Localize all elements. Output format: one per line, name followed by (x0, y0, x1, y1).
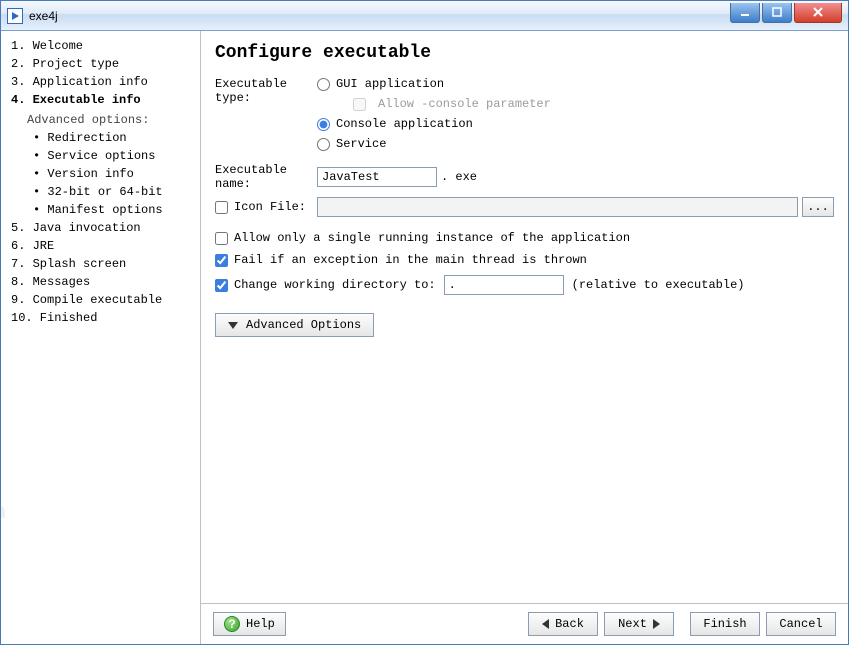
sidebar-step-2[interactable]: 2. Project type (11, 55, 196, 73)
next-label: Next (618, 617, 647, 631)
main-area: Configure executable Executable type: GU… (201, 31, 848, 644)
wd-input[interactable] (444, 275, 564, 295)
exec-name-row: Executable name: . exe (215, 163, 834, 191)
wd-hint: (relative to executable) (572, 278, 745, 292)
finish-label: Finish (703, 617, 746, 631)
sidebar-step-1[interactable]: 1. Welcome (11, 37, 196, 55)
close-button[interactable] (794, 3, 842, 23)
fail-exception-row[interactable]: Fail if an exception in the main thread … (215, 253, 834, 267)
arrow-left-icon (542, 619, 549, 629)
sidebar-step-4[interactable]: 4. Executable info (11, 91, 196, 109)
radio-console-label[interactable]: Console application (336, 117, 473, 131)
sidebar-advanced-item-1[interactable]: Redirection (11, 129, 196, 147)
advanced-options-label: Advanced Options (246, 318, 361, 332)
allow-console-item: Allow -console parameter (353, 97, 551, 111)
sidebar-step-3[interactable]: 3. Application info (11, 73, 196, 91)
window-controls (730, 3, 842, 23)
maximize-button[interactable] (762, 3, 792, 23)
sidebar-step-6[interactable]: 6. JRE (11, 237, 196, 255)
checkbox-allow-console (353, 98, 366, 111)
sidebar-advanced-header: Advanced options: (11, 109, 196, 129)
exec-type-options: GUI application Allow -console parameter… (317, 77, 551, 151)
sidebar-step-5[interactable]: 5. Java invocation (11, 219, 196, 237)
help-icon: ? (224, 616, 240, 632)
radio-service[interactable] (317, 138, 330, 151)
icon-file-input[interactable] (317, 197, 798, 217)
back-label: Back (555, 617, 584, 631)
next-button[interactable]: Next (604, 612, 674, 636)
app-icon (7, 8, 23, 24)
wizard-sidebar: 1. Welcome2. Project type3. Application … (1, 31, 201, 644)
page-title: Configure executable (215, 43, 834, 63)
sidebar-step-7[interactable]: 7. Splash screen (11, 255, 196, 273)
radio-console-item[interactable]: Console application (317, 117, 551, 131)
finish-button[interactable]: Finish (690, 612, 760, 636)
radio-gui[interactable] (317, 78, 330, 91)
radio-console[interactable] (317, 118, 330, 131)
icon-file-label[interactable]: Icon File: (234, 200, 306, 214)
body: 1. Welcome2. Project type3. Application … (1, 31, 848, 644)
radio-service-label[interactable]: Service (336, 137, 386, 151)
sidebar-advanced-item-5[interactable]: Manifest options (11, 201, 196, 219)
sidebar-step-8[interactable]: 8. Messages (11, 273, 196, 291)
help-button[interactable]: ? Help (213, 612, 286, 636)
sidebar-advanced-item-3[interactable]: Version info (11, 165, 196, 183)
app-window: exe4j 1. Welcome2. Project type3. Applic… (0, 0, 849, 645)
allow-console-label: Allow -console parameter (378, 97, 551, 111)
change-wd-label[interactable]: Change working directory to: (234, 278, 436, 292)
sidebar-advanced-item-4[interactable]: 32-bit or 64-bit (11, 183, 196, 201)
icon-file-browse-button[interactable]: ... (802, 197, 834, 217)
chevron-down-icon (228, 322, 238, 329)
content: Configure executable Executable type: GU… (201, 31, 848, 603)
radio-gui-item[interactable]: GUI application (317, 77, 551, 91)
change-wd-row[interactable]: Change working directory to: (relative t… (215, 275, 834, 295)
checkbox-icon-file[interactable] (215, 201, 228, 214)
icon-file-row: Icon File: ... (215, 197, 834, 217)
back-button[interactable]: Back (528, 612, 598, 636)
minimize-button[interactable] (730, 3, 760, 23)
fail-exception-label[interactable]: Fail if an exception in the main thread … (234, 253, 587, 267)
help-label: Help (246, 617, 275, 631)
cancel-button[interactable]: Cancel (766, 612, 836, 636)
single-instance-label[interactable]: Allow only a single running instance of … (234, 231, 630, 245)
footer: ? Help Back Next Finish Cancel (201, 603, 848, 644)
cancel-label: Cancel (779, 617, 822, 631)
exec-name-label: Executable name: (215, 163, 317, 191)
exec-type-row: Executable type: GUI application Allow -… (215, 77, 834, 151)
single-instance-row[interactable]: Allow only a single running instance of … (215, 231, 834, 245)
sidebar-step-9[interactable]: 9. Compile executable (11, 291, 196, 309)
radio-service-item[interactable]: Service (317, 137, 551, 151)
checkbox-fail-exception[interactable] (215, 254, 228, 267)
watermark: exe4j (1, 499, 7, 644)
exec-name-input[interactable] (317, 167, 437, 187)
exec-type-label: Executable type: (215, 77, 317, 105)
checkbox-change-wd[interactable] (215, 279, 228, 292)
window-title: exe4j (29, 9, 730, 23)
title-bar[interactable]: exe4j (1, 1, 848, 31)
sidebar-step-10[interactable]: 10. Finished (11, 309, 196, 327)
advanced-options-button[interactable]: Advanced Options (215, 313, 374, 337)
exec-ext-label: . exe (441, 170, 477, 184)
icon-file-label-wrap[interactable]: Icon File: (215, 200, 317, 214)
arrow-right-icon (653, 619, 660, 629)
radio-gui-label[interactable]: GUI application (336, 77, 444, 91)
checkbox-single-instance[interactable] (215, 232, 228, 245)
sidebar-advanced-item-2[interactable]: Service options (11, 147, 196, 165)
